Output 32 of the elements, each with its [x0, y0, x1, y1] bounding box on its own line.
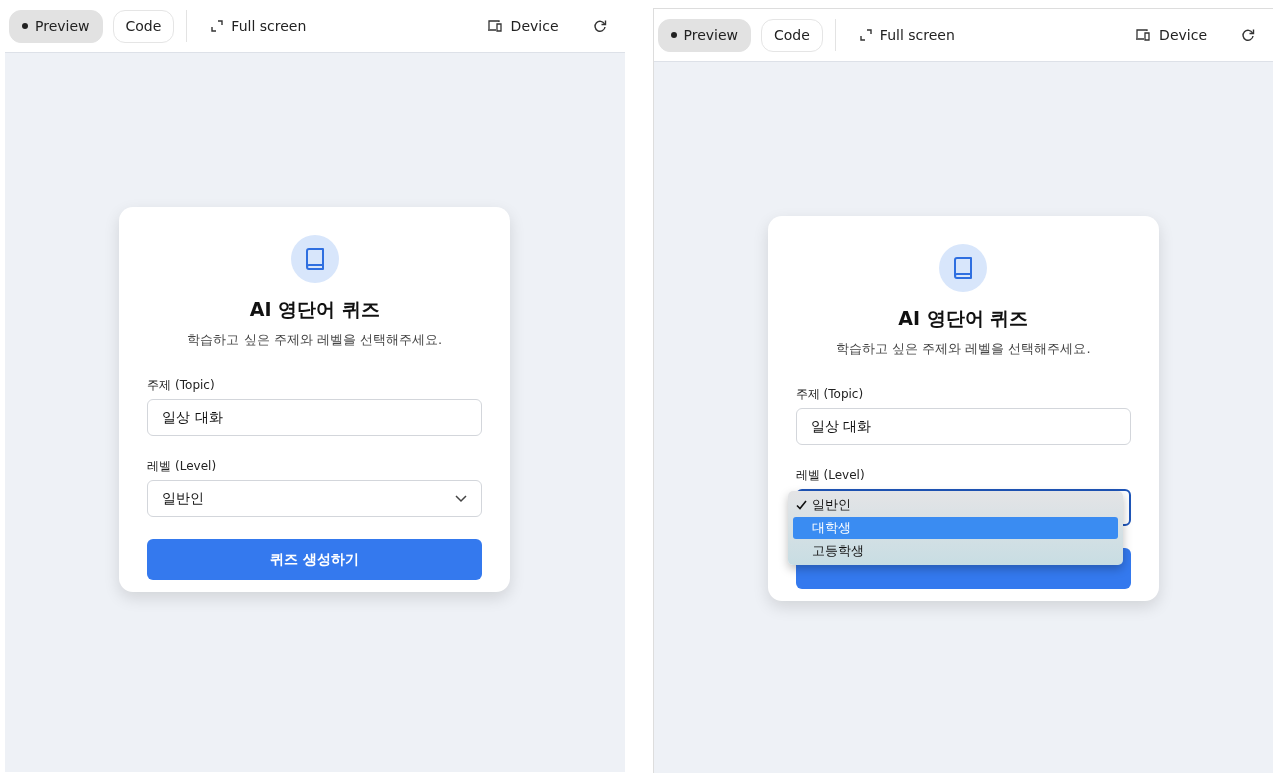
field-label: 레벨 (Level): [147, 458, 218, 475]
tab[interactable]: Code: [761, 18, 823, 52]
tab[interactable]: Preview: [9, 9, 103, 43]
expand-icon: [859, 29, 872, 41]
book-icon: [952, 256, 975, 280]
field-label: 주제 (Topic): [147, 377, 216, 394]
devices-icon: [1135, 28, 1152, 42]
generate-button[interactable]: 퀴즈 생성하기: [147, 539, 483, 580]
tab[interactable]: Preview: [657, 18, 751, 52]
quiz-title: AI 영단어 퀴즈: [897, 306, 1030, 331]
refresh-icon: [1241, 28, 1255, 42]
dropdown-option[interactable]: 일반인: [792, 494, 1118, 516]
refresh-icon: [592, 19, 607, 33]
quiz-title: AI 영단어 퀴즈: [248, 297, 381, 322]
devices-icon: [486, 19, 503, 33]
field-label: 레벨 (Level): [795, 467, 866, 484]
level-select[interactable]: 일반인: [147, 480, 483, 517]
chevron-down-icon: [455, 494, 468, 503]
device-button[interactable]: Device: [1129, 23, 1213, 47]
expand-icon: [211, 20, 224, 32]
device-button[interactable]: Device: [480, 14, 565, 38]
dropdown-option[interactable]: 고등학생: [792, 540, 1118, 562]
tab[interactable]: Code: [112, 9, 175, 43]
quiz-subtitle: 학습하고 싶은 주제와 레벨을 선택해주세요.: [186, 331, 444, 349]
quiz-subtitle: 학습하고 싶은 주제와 레벨을 선택해주세요.: [834, 340, 1092, 358]
check-icon: [796, 500, 808, 510]
book-icon: [303, 247, 326, 271]
field-label: 주제 (Topic): [795, 386, 865, 403]
topic-field[interactable]: 일상 대화: [795, 408, 1131, 445]
fullscreen-button[interactable]: Full screen: [205, 14, 313, 38]
fullscreen-button[interactable]: Full screen: [853, 23, 961, 47]
topic-field[interactable]: 일상 대화: [147, 399, 483, 436]
